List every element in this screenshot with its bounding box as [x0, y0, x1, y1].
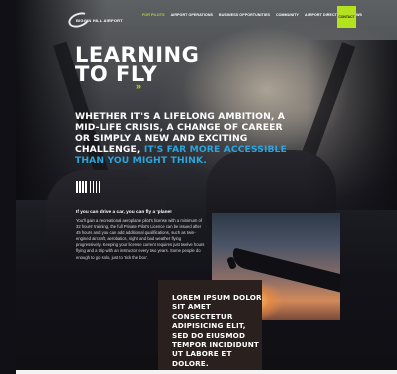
caption-text: LOREM IPSUM DOLOR SIT AMET CONSECTETUR A…: [172, 293, 262, 368]
top-navigation: BIGGIN HILL AIRPORT FOR PILOTS AIRPORT O…: [16, 0, 397, 36]
nav-link-airport-operations[interactable]: AIRPORT OPERATIONS: [171, 13, 213, 17]
bar-group: [89, 181, 100, 193]
chevron-right-icon: »: [136, 81, 141, 91]
page: BIGGIN HILL AIRPORT FOR PILOTS AIRPORT O…: [0, 0, 397, 374]
hero-subheading: WHETHER IT'S A LIFELONG AMBITION, A MID-…: [75, 111, 300, 166]
contact-button-label: CONTACT: [338, 15, 355, 19]
body-paragraph: You'll gain a recreational aeroplane pil…: [76, 218, 205, 260]
bar-group: [76, 181, 87, 193]
logo-ring-icon: [66, 9, 92, 31]
body-lead: If you can drive a car, you can fly a 'p…: [76, 210, 172, 215]
nav-link-business-opportunities[interactable]: BUSINESS OPPORTUNITIES: [219, 13, 270, 17]
nav-link-for-pilots[interactable]: FOR PILOTS: [142, 13, 165, 17]
nav-links: FOR PILOTS AIRPORT OPERATIONS BUSINESS O…: [142, 13, 362, 17]
page-title: LEARNING TO FLY: [75, 45, 199, 85]
caption-box: LOREM IPSUM DOLOR SIT AMET CONSECTETUR A…: [158, 280, 262, 370]
footer-edge: [16, 370, 397, 374]
body-copy: If you can drive a car, you can fly a 'p…: [76, 210, 206, 261]
nav-link-community[interactable]: COMMUNITY: [276, 13, 299, 17]
barcode-decoration-icon: [76, 181, 100, 193]
airport-logo[interactable]: BIGGIN HILL AIRPORT: [66, 9, 138, 31]
contact-button[interactable]: CONTACT: [337, 6, 356, 28]
